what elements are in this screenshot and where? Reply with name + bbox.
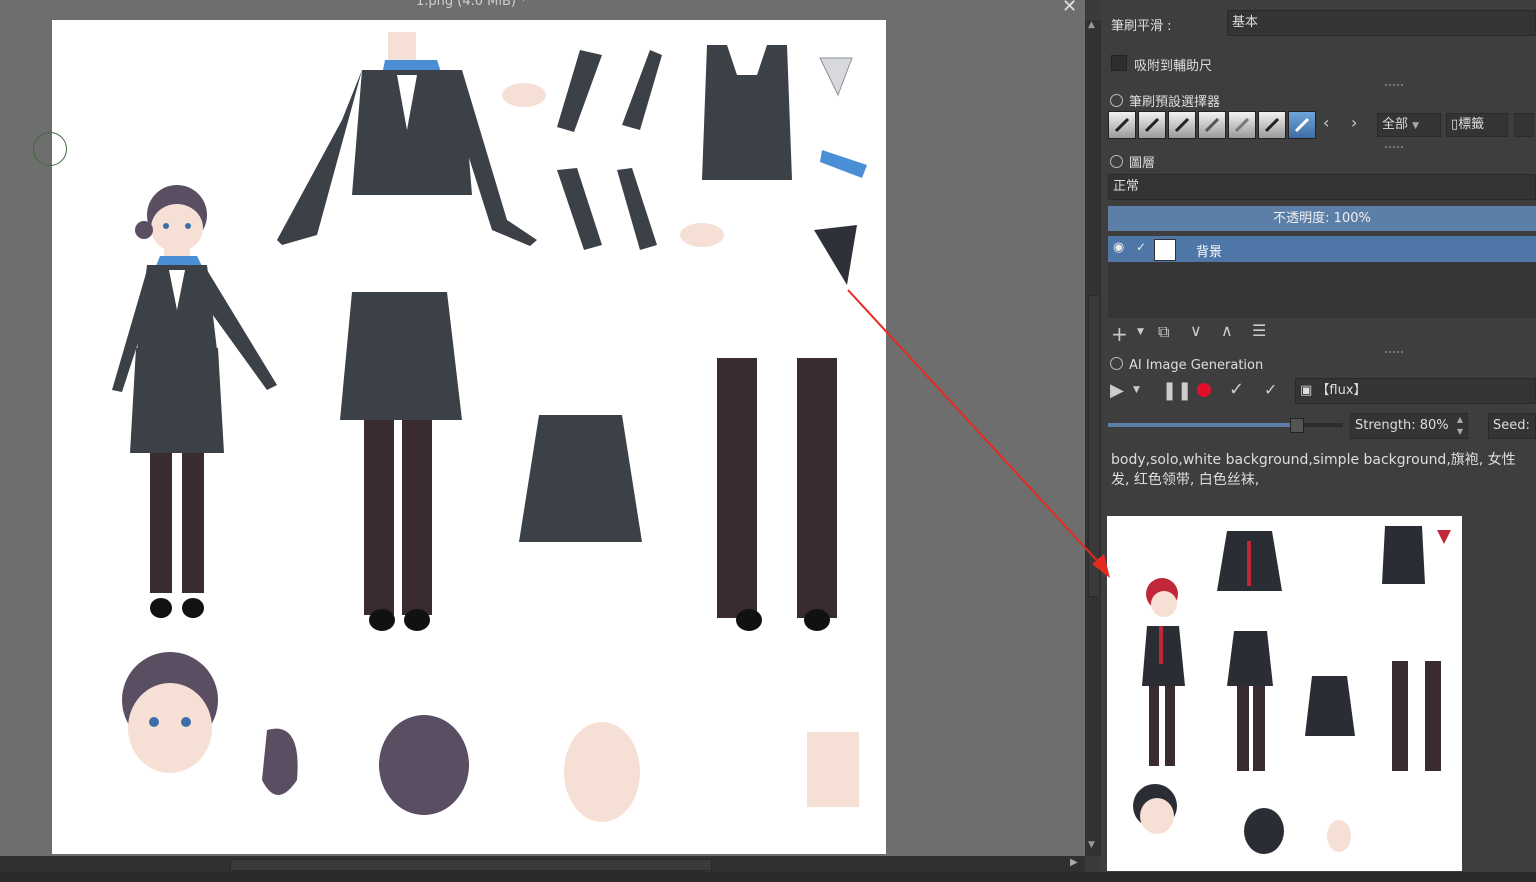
strength-slider-knob[interactable] bbox=[1290, 418, 1304, 433]
collar-piece bbox=[819, 57, 853, 97]
lapel-piece bbox=[814, 225, 857, 285]
brush-presets-title: 筆刷預設選擇器 bbox=[1110, 91, 1220, 110]
move-up-icon[interactable]: ∧ bbox=[1221, 321, 1233, 340]
brush-preset-2[interactable] bbox=[1138, 111, 1166, 139]
duplicate-icon[interactable]: ⧉ bbox=[1158, 322, 1169, 342]
character-sheet-artwork bbox=[112, 32, 867, 822]
brush-icon bbox=[1204, 117, 1220, 133]
snap-to-assistant-label: 吸附到輔助尺 bbox=[1134, 59, 1213, 74]
preview-artwork bbox=[1133, 526, 1451, 854]
vertical-scroll-thumb[interactable] bbox=[1088, 295, 1100, 597]
pause-icon[interactable]: ❚❚ bbox=[1162, 380, 1192, 401]
vertical-scrollbar[interactable]: ▲ ▼ bbox=[1085, 20, 1101, 856]
preset-filter-value: 全部 bbox=[1382, 117, 1409, 132]
brush-presets-title-text: 筆刷預設選擇器 bbox=[1129, 95, 1221, 110]
brush-icon bbox=[1264, 117, 1280, 133]
blend-mode-select[interactable]: 正常 bbox=[1108, 174, 1536, 200]
opacity-slider[interactable]: 不透明度: 100% bbox=[1108, 206, 1536, 231]
paper-canvas[interactable] bbox=[52, 20, 886, 854]
close-icon[interactable]: ✕ bbox=[1062, 0, 1077, 17]
horizontal-scroll-thumb[interactable] bbox=[230, 859, 712, 871]
brush-preset-6[interactable] bbox=[1258, 111, 1286, 139]
preset-filter-select[interactable]: 全部 ▼ bbox=[1377, 113, 1441, 137]
preset-menu-button[interactable] bbox=[1514, 113, 1534, 137]
layer-thumbnail bbox=[1154, 239, 1176, 261]
brush-cursor bbox=[33, 132, 67, 166]
apply-icon[interactable]: ✓ bbox=[1229, 379, 1244, 400]
add-icon[interactable]: + bbox=[1111, 322, 1128, 346]
brush-icon bbox=[1234, 117, 1250, 133]
dock-drag-handle[interactable] bbox=[1385, 146, 1403, 150]
lock-icon[interactable] bbox=[1110, 357, 1123, 370]
strength-spinbox[interactable]: Strength: 80% ▲ ▼ bbox=[1350, 413, 1468, 439]
properties-icon[interactable]: ☰ bbox=[1252, 321, 1266, 340]
brush-preset-5[interactable] bbox=[1228, 111, 1256, 139]
brush-icon bbox=[1174, 117, 1190, 133]
skirt-piece-small bbox=[519, 415, 642, 542]
tag-label: 標籤 bbox=[1458, 117, 1485, 132]
generated-preview[interactable] bbox=[1107, 516, 1462, 871]
layer-item[interactable]: ◉ ✓ 背景 bbox=[1108, 236, 1536, 262]
ai-panel-title: AI Image Generation bbox=[1110, 357, 1263, 373]
layers-title: 圖層 bbox=[1110, 152, 1155, 171]
layer-list-empty-area bbox=[1108, 262, 1536, 318]
layers-title-text: 圖層 bbox=[1129, 156, 1156, 171]
strength-value: Strength: 80% bbox=[1355, 418, 1449, 433]
dock-drag-handle[interactable] bbox=[1385, 84, 1403, 88]
brush-preset-3[interactable] bbox=[1168, 111, 1196, 139]
horizontal-scrollbar[interactable]: ▶ bbox=[0, 856, 1085, 872]
workflow-value: 【flux】 bbox=[1316, 383, 1367, 398]
document-title: 1.png (4.0 MiB) * bbox=[416, 0, 527, 9]
scroll-down-icon[interactable]: ▼ bbox=[1088, 840, 1095, 850]
apply-all-icon[interactable]: ✓ bbox=[1264, 380, 1277, 399]
head-pieces bbox=[122, 652, 859, 822]
jacket-piece bbox=[277, 32, 537, 246]
brush-smoothing-select[interactable]: 基本 bbox=[1227, 10, 1536, 36]
scroll-up-icon[interactable]: ▲ bbox=[1088, 20, 1095, 30]
chevron-down-icon[interactable]: ▼ bbox=[1137, 327, 1144, 337]
workflow-select[interactable]: ▣ 【flux】 bbox=[1295, 378, 1536, 404]
vest-piece bbox=[702, 45, 792, 180]
workflow-icon: ▣ bbox=[1300, 383, 1317, 398]
check-icon[interactable]: ✓ bbox=[1136, 240, 1146, 254]
record-icon[interactable] bbox=[1197, 383, 1211, 397]
move-down-icon[interactable]: ∨ bbox=[1190, 321, 1202, 340]
document-title-bar: 1.png (4.0 MiB) * ✕ bbox=[0, 0, 1085, 17]
lock-icon[interactable] bbox=[1110, 155, 1123, 168]
chevron-down-icon: ▼ bbox=[1412, 121, 1420, 131]
tool-options-panel: 筆刷平滑 : 基本 吸附到輔助尺 筆刷預設選擇器 ‹ › 全部 ▼ ▯標籤 圖層… bbox=[1101, 0, 1536, 872]
brush-preset-7-active[interactable] bbox=[1288, 111, 1316, 139]
brush-smoothing-label: 筆刷平滑 : bbox=[1111, 19, 1172, 34]
snap-checkbox[interactable] bbox=[1111, 55, 1127, 71]
full-character-figure bbox=[112, 185, 277, 618]
lock-icon[interactable] bbox=[1110, 94, 1123, 107]
brush-icon bbox=[1294, 117, 1310, 133]
status-bar bbox=[0, 872, 1536, 882]
scroll-right-icon[interactable]: ▶ bbox=[1070, 857, 1078, 868]
scarf-piece bbox=[820, 150, 867, 178]
chevron-right-icon[interactable]: › bbox=[1351, 113, 1357, 132]
layer-name: 背景 bbox=[1196, 245, 1223, 260]
prompt-textarea[interactable]: body,solo,white background,simple backgr… bbox=[1111, 450, 1536, 490]
ai-panel-title-text: AI Image Generation bbox=[1129, 358, 1264, 373]
chevron-left-icon[interactable]: ‹ bbox=[1323, 113, 1329, 132]
tag-button[interactable]: ▯標籤 bbox=[1446, 113, 1508, 137]
spin-arrows-icon[interactable]: ▲ ▼ bbox=[1457, 414, 1463, 438]
seed-field[interactable]: Seed: 8 bbox=[1488, 413, 1536, 439]
canvas-area[interactable]: 1.png (4.0 MiB) * ✕ bbox=[0, 0, 1085, 856]
brush-icon bbox=[1114, 117, 1130, 133]
play-icon[interactable]: ▶ bbox=[1110, 380, 1124, 401]
eye-icon[interactable]: ◉ bbox=[1113, 240, 1124, 255]
skirt-piece-large bbox=[340, 292, 462, 631]
stocking-pieces bbox=[717, 358, 837, 631]
brush-icon bbox=[1144, 117, 1160, 133]
brush-preset-4[interactable] bbox=[1198, 111, 1226, 139]
brush-preset-1[interactable] bbox=[1108, 111, 1136, 139]
chevron-down-icon[interactable]: ▼ bbox=[1133, 385, 1140, 395]
dock-drag-handle[interactable] bbox=[1385, 351, 1403, 355]
strength-slider-fill bbox=[1108, 423, 1296, 427]
sleeve-pieces bbox=[502, 50, 724, 250]
strength-slider-track[interactable] bbox=[1108, 418, 1343, 433]
